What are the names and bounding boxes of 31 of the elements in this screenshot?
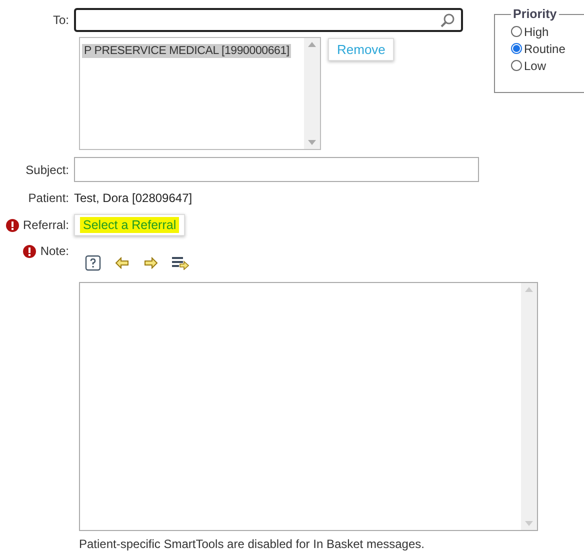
- scroll-down-icon[interactable]: [308, 140, 316, 145]
- right-arrow-icon: [144, 257, 158, 269]
- list-arrow-icon: [172, 256, 188, 270]
- subject-field[interactable]: [74, 157, 479, 182]
- scrollbar[interactable]: [304, 38, 320, 149]
- help-button[interactable]: [84, 254, 102, 272]
- scroll-up-icon[interactable]: [308, 42, 316, 47]
- priority-option[interactable]: Routine: [495, 40, 583, 57]
- footer-note: Patient-specific SmartTools are disabled for In Basket messages.: [79, 537, 426, 551]
- priority-option[interactable]: Low: [495, 57, 583, 74]
- search-icon: [440, 12, 455, 28]
- back-button[interactable]: [113, 254, 131, 272]
- referral-label: Referral:: [22, 218, 69, 232]
- help-icon: [85, 255, 101, 271]
- radio-button[interactable]: [511, 43, 522, 54]
- patient-value: Test, Dora [02809647]: [74, 190, 192, 204]
- note-field[interactable]: [79, 282, 538, 531]
- radio-button[interactable]: [511, 26, 522, 37]
- forward-button[interactable]: [142, 254, 160, 272]
- subject-label: Subject:: [26, 162, 69, 176]
- priority-option[interactable]: High: [495, 23, 583, 40]
- patient-label: Patient:: [28, 190, 69, 204]
- insert-button[interactable]: [171, 254, 189, 272]
- to-field[interactable]: [74, 8, 463, 32]
- note-label: Note:: [40, 244, 69, 258]
- radio-button[interactable]: [511, 60, 522, 71]
- to-label: To:: [52, 13, 69, 27]
- priority-title: Priority: [512, 7, 558, 21]
- recipient-item[interactable]: P PRESERVICE MEDICAL [1990000661]: [82, 44, 292, 58]
- recipient-list[interactable]: P PRESERVICE MEDICAL [1990000661]: [79, 37, 321, 150]
- left-arrow-icon: [115, 257, 129, 269]
